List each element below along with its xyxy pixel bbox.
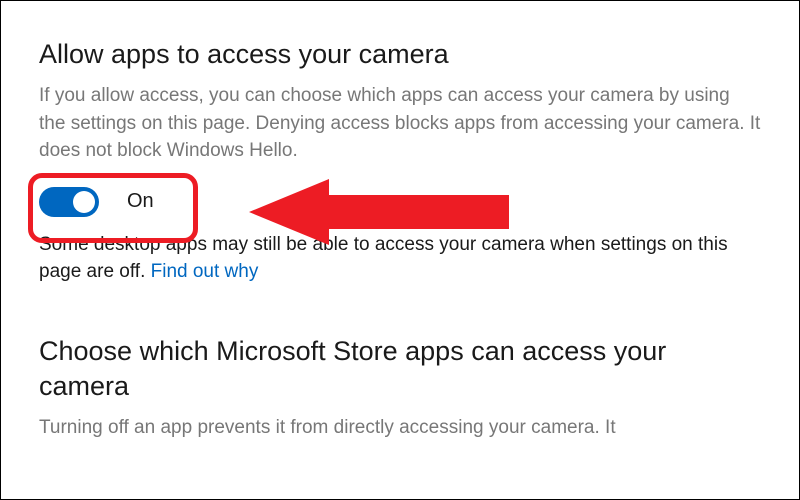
annotation-arrow-icon — [249, 177, 509, 252]
camera-access-toggle[interactable] — [39, 187, 99, 217]
choose-apps-title: Choose which Microsoft Store apps can ac… — [39, 334, 761, 404]
choose-apps-description-cutoff: Turning off an app prevents it from dire… — [39, 414, 761, 442]
find-out-why-link[interactable]: Find out why — [151, 261, 259, 282]
camera-access-toggle-row: On — [39, 187, 154, 217]
allow-apps-title: Allow apps to access your camera — [39, 39, 761, 70]
allow-apps-description: If you allow access, you can choose whic… — [39, 82, 761, 165]
toggle-knob — [73, 191, 95, 213]
toggle-state-label: On — [127, 190, 154, 213]
